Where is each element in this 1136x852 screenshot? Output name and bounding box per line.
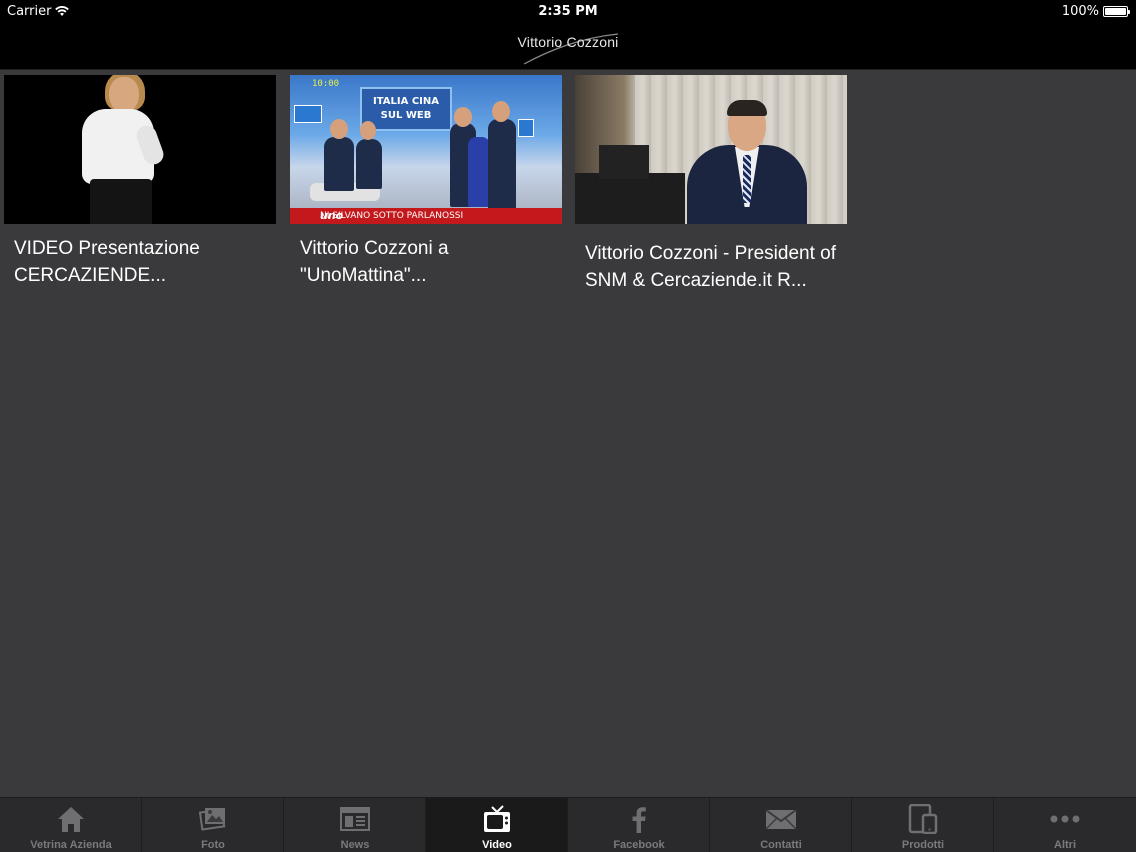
video-card[interactable]: 10:00 ITALIA CINA SUL WEB NI SILVANO SOT…	[290, 75, 562, 289]
video-card[interactable]: Vittorio Cozzoni - President of SNM & Ce…	[575, 75, 847, 294]
mail-icon	[765, 809, 797, 830]
video-title[interactable]: Vittorio Cozzoni - President of SNM & Ce…	[575, 224, 847, 294]
tab-video[interactable]: Video	[426, 798, 568, 852]
tab-label: Video	[482, 839, 512, 851]
tab-altri[interactable]: Altri	[994, 798, 1136, 852]
tab-label: Altri	[1054, 839, 1076, 851]
tab-label: Vetrina Azienda	[30, 839, 112, 851]
news-icon	[340, 807, 370, 831]
app-screen: Carrier 2:35 PM 100% Vittorio Cozzoni VI…	[0, 0, 1136, 852]
battery-percent: 100%	[1061, 4, 1099, 19]
more-icon	[1050, 815, 1080, 823]
tab-label: News	[340, 839, 370, 851]
tab-foto[interactable]: Foto	[142, 798, 284, 852]
video-thumbnail[interactable]: 10:00 ITALIA CINA SUL WEB NI SILVANO SOT…	[290, 75, 562, 224]
battery-indicator: 100%	[1061, 4, 1130, 19]
status-bar: Carrier 2:35 PM 100%	[0, 0, 1136, 24]
tab-label: Contatti	[760, 839, 802, 851]
thumbnail-clock: 10:00	[312, 79, 340, 89]
video-card[interactable]: VIDEO Presentazione CERCAZIENDE...	[4, 75, 276, 289]
devices-icon	[908, 804, 938, 834]
tab-label: Foto	[201, 839, 225, 851]
video-title[interactable]: VIDEO Presentazione CERCAZIENDE...	[4, 224, 276, 289]
tab-prodotti[interactable]: Prodotti	[852, 798, 994, 852]
tab-bar: Vetrina Azienda Foto News Video Facebook…	[0, 797, 1136, 852]
video-title[interactable]: Vittorio Cozzoni a "UnoMattina"...	[290, 224, 562, 289]
tv-icon	[484, 805, 510, 832]
navigation-bar: Vittorio Cozzoni	[0, 24, 1136, 70]
photos-icon	[198, 808, 226, 831]
tab-facebook[interactable]: Facebook	[568, 798, 710, 852]
video-thumbnail[interactable]	[575, 75, 847, 224]
battery-icon	[1103, 6, 1130, 17]
video-grid: VIDEO Presentazione CERCAZIENDE... 10:00…	[0, 71, 1136, 797]
tab-label: Facebook	[613, 839, 665, 851]
status-time: 2:35 PM	[538, 4, 598, 19]
tab-vetrina-azienda[interactable]: Vetrina Azienda	[0, 798, 142, 852]
tab-news[interactable]: News	[284, 798, 426, 852]
app-logo-title: Vittorio Cozzoni	[517, 34, 619, 50]
tab-contatti[interactable]: Contatti	[710, 798, 852, 852]
home-icon	[58, 807, 84, 832]
thumbnail-ticker-logo: uno	[320, 209, 344, 222]
tab-label: Prodotti	[901, 839, 945, 851]
facebook-icon	[632, 807, 646, 833]
video-thumbnail[interactable]	[4, 75, 276, 224]
